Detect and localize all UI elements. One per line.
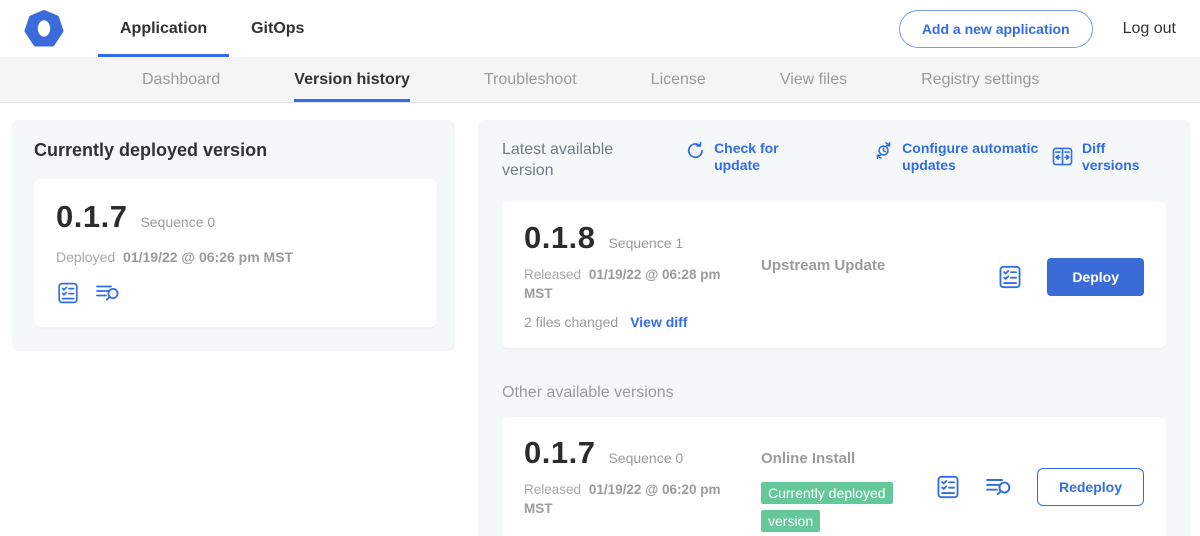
subnav-item-dashboard[interactable]: Dashboard [142,57,220,102]
deploy-button[interactable]: Deploy [1047,258,1144,296]
add-application-button[interactable]: Add a new application [899,10,1093,48]
deployed-date-line: Deployed 01/19/22 @ 06:26 pm MST [56,247,415,267]
subnav-item-view-files[interactable]: View files [780,57,847,102]
preflight-checks-icon[interactable] [56,281,80,305]
other-versions-title: Other available versions [502,384,1166,402]
configure-updates-link[interactable]: Configure automatic updates [873,140,1051,174]
deployed-card-actions [56,281,415,305]
configure-updates-label: Configure automatic updates [902,140,1051,174]
tab-gitops[interactable]: GitOps [229,0,326,57]
diff-versions-label: Diff versions [1082,140,1166,174]
deployed-version-row: 0.1.7 Sequence 0 [56,199,415,235]
other-source-col: Online Install Currently deployed versio… [761,435,935,536]
latest-source-label: Upstream Update [761,257,885,274]
latest-released-line: Released 01/19/22 @ 06:28 pm MST [524,265,742,304]
subnav-item-registry-settings[interactable]: Registry settings [921,57,1039,102]
diff-versions-icon [1051,145,1074,168]
other-version-card: 0.1.7 Sequence 0 Released 01/19/22 @ 06:… [502,417,1166,536]
latest-version-info: 0.1.8 Sequence 1 Released 01/19/22 @ 06:… [524,220,761,330]
latest-source-col: Upstream Update [761,220,997,275]
other-source-label: Online Install [761,450,855,467]
preflight-checks-icon[interactable] [997,264,1023,290]
currently-deployed-panel: Currently deployed version 0.1.7 Sequenc… [12,120,455,351]
app-logo-icon [24,9,64,49]
topnav-tabs: Application GitOps [98,0,326,57]
other-version-info: 0.1.7 Sequence 0 Released 01/19/22 @ 06:… [524,435,761,519]
refresh-icon [685,140,706,174]
subnav-item-troubleshoot[interactable]: Troubleshoot [484,57,577,102]
top-navbar: Application GitOps Add a new application… [0,0,1200,57]
other-sequence-label: Sequence 0 [608,450,683,466]
other-released-line: Released 01/19/22 @ 06:20 pm MST [524,480,742,519]
other-version-number: 0.1.7 [524,435,595,471]
deployed-badge-wrap: Currently deployed version [761,480,913,536]
deployed-panel-title: Currently deployed version [34,140,437,161]
latest-available-title: Latest available version [502,140,639,182]
latest-card-actions: Deploy [997,254,1144,296]
available-versions-panel: Latest available version Check for updat… [478,120,1190,536]
released-prefix: Released [524,482,581,497]
main-content: Currently deployed version 0.1.7 Sequenc… [0,103,1200,536]
currently-deployed-badge: Currently deployed version [761,482,893,532]
deployed-sequence-label: Sequence 0 [140,214,215,230]
deployed-date: 01/19/22 @ 06:26 pm MST [123,249,293,265]
latest-version-number: 0.1.8 [524,220,595,256]
logout-link[interactable]: Log out [1123,20,1176,38]
subnav-item-license[interactable]: License [651,57,706,102]
available-panel-header: Latest available version Check for updat… [502,140,1166,182]
diff-versions-link[interactable]: Diff versions [1051,140,1166,174]
check-for-update-label: Check for update [714,140,817,174]
subnav-item-version-history[interactable]: Version history [294,57,410,102]
redeploy-button[interactable]: Redeploy [1037,468,1144,506]
deployed-version-card: 0.1.7 Sequence 0 Deployed 01/19/22 @ 06:… [34,179,437,327]
clock-refresh-icon [873,140,894,174]
latest-version-card: 0.1.8 Sequence 1 Released 01/19/22 @ 06:… [502,202,1166,348]
view-logs-icon[interactable] [95,281,121,305]
app-subnav: Dashboard Version history Troubleshoot L… [0,57,1200,103]
preflight-checks-icon[interactable] [935,474,961,500]
latest-sequence-label: Sequence 1 [608,235,683,251]
released-prefix: Released [524,267,581,282]
files-changed-label: 2 files changed [524,314,618,330]
deployed-prefix: Deployed [56,249,115,265]
view-logs-icon[interactable] [985,474,1013,500]
view-diff-link[interactable]: View diff [630,314,687,330]
deployed-version-number: 0.1.7 [56,199,127,235]
check-for-update-link[interactable]: Check for update [685,140,817,174]
other-card-actions: Redeploy [935,464,1144,506]
tab-application[interactable]: Application [98,0,229,57]
